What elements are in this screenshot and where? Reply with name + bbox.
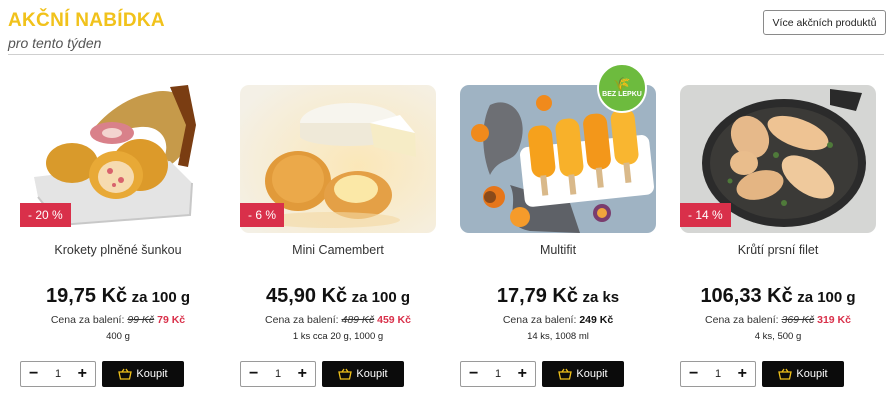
plus-icon[interactable]: + <box>78 366 87 382</box>
quantity-stepper: − 1 + <box>240 361 316 387</box>
buy-button[interactable]: Koupit <box>322 361 404 387</box>
buy-button[interactable]: Koupit <box>542 361 624 387</box>
new-price: 319 Kč <box>817 314 851 326</box>
package-price: Cena za balení: 249 Kč <box>460 314 656 326</box>
basket-icon <box>778 368 793 380</box>
gluten-free-badge: 🌾 BEZ LEPKU <box>597 63 647 113</box>
discount-badge: - 6 % <box>240 203 285 227</box>
package-price: Cena za balení: 489 Kč 459 Kč <box>240 314 436 326</box>
package-price-label: Cena za balení: <box>265 314 339 326</box>
plus-icon[interactable]: + <box>738 366 747 382</box>
package-size: 1 ks cca 20 g, 1000 g <box>292 331 384 342</box>
price-value: 17,79 Kč <box>496 285 578 307</box>
price-unit: za 100 g <box>797 289 856 306</box>
package-price-value: 249 Kč <box>579 314 614 326</box>
product-name[interactable]: Multifit <box>460 243 656 257</box>
price-value: 45,90 Kč <box>266 285 348 307</box>
unit-price: 19,75 Kč za 100 g <box>20 285 216 308</box>
product-card: - 14 % Krůtí prsní filet 106,33 Kč za 10… <box>680 85 880 395</box>
unit-price: 17,79 Kč za ks <box>460 285 656 308</box>
product-card: - 6 % Mini Camembert 45,90 Kč za 100 g C… <box>240 85 440 395</box>
minus-icon[interactable]: − <box>249 366 258 382</box>
package-price: Cena za balení: 99 Kč 79 Kč <box>20 314 216 326</box>
price-value: 19,75 Kč <box>46 285 128 307</box>
old-price: 369 Kč <box>781 314 815 326</box>
discount-badge: - 14 % <box>680 203 731 227</box>
old-price: 99 Kč <box>127 314 155 326</box>
product-card: Multifit 17,79 Kč za ks Cena za balení: … <box>460 85 660 395</box>
quantity-stepper: − 1 + <box>680 361 756 387</box>
product-name[interactable]: Mini Camembert <box>240 243 436 257</box>
page-subtitle: pro tento týden <box>8 35 102 51</box>
quantity-stepper: − 1 + <box>20 361 96 387</box>
old-price: 489 Kč <box>341 314 375 326</box>
buy-button[interactable]: Koupit <box>762 361 844 387</box>
buy-label: Koupit <box>136 368 168 380</box>
price-unit: za ks <box>582 289 620 306</box>
basket-icon <box>118 368 133 380</box>
gluten-free-label: BEZ LEPKU <box>602 91 642 99</box>
quantity-stepper: − 1 + <box>460 361 536 387</box>
quantity-value[interactable]: 1 <box>55 368 61 380</box>
minus-icon[interactable]: − <box>29 366 38 382</box>
plus-icon[interactable]: + <box>298 366 307 382</box>
quantity-value[interactable]: 1 <box>715 368 721 380</box>
buy-button[interactable]: Koupit <box>102 361 184 387</box>
price-unit: za 100 g <box>131 289 190 306</box>
more-offers-button[interactable]: Více akčních produktů <box>763 10 886 35</box>
section-header: AKČNÍ NABÍDKA pro tento týden Více akční… <box>0 0 887 55</box>
header-divider <box>8 54 884 55</box>
product-name[interactable]: Krůtí prsní filet <box>680 243 876 257</box>
basket-icon <box>558 368 573 380</box>
basket-icon <box>338 368 353 380</box>
product-name[interactable]: Krokety plněné šunkou <box>20 243 216 257</box>
unit-price: 45,90 Kč za 100 g <box>240 285 436 308</box>
package-size: 4 ks, 500 g <box>754 331 802 342</box>
buy-label: Koupit <box>356 368 388 380</box>
package-price: Cena za balení: 369 Kč 319 Kč <box>680 314 876 326</box>
plus-icon[interactable]: + <box>518 366 527 382</box>
buy-label: Koupit <box>796 368 828 380</box>
package-price-label: Cena za balení: <box>50 314 125 326</box>
package-price-label: Cena za balení: <box>705 314 779 326</box>
new-price: 459 Kč <box>377 314 411 326</box>
quantity-value[interactable]: 1 <box>495 368 501 380</box>
new-price: 79 Kč <box>157 314 186 326</box>
price-value: 106,33 Kč <box>700 285 793 307</box>
minus-icon[interactable]: − <box>689 366 698 382</box>
quantity-value[interactable]: 1 <box>275 368 281 380</box>
wheat-icon: 🌾 <box>613 76 631 93</box>
package-size: 400 g <box>106 331 130 342</box>
price-unit: za 100 g <box>351 289 410 306</box>
unit-price: 106,33 Kč za 100 g <box>680 285 876 308</box>
discount-badge: - 20 % <box>20 203 71 227</box>
product-card: - 20 % Krokety plněné šunkou 19,75 Kč za… <box>20 85 220 395</box>
minus-icon[interactable]: − <box>469 366 478 382</box>
package-size: 14 ks, 1008 ml <box>527 331 589 342</box>
buy-label: Koupit <box>576 368 608 380</box>
package-price-label: Cena za balení: <box>502 314 577 326</box>
page-title: AKČNÍ NABÍDKA <box>8 10 165 31</box>
